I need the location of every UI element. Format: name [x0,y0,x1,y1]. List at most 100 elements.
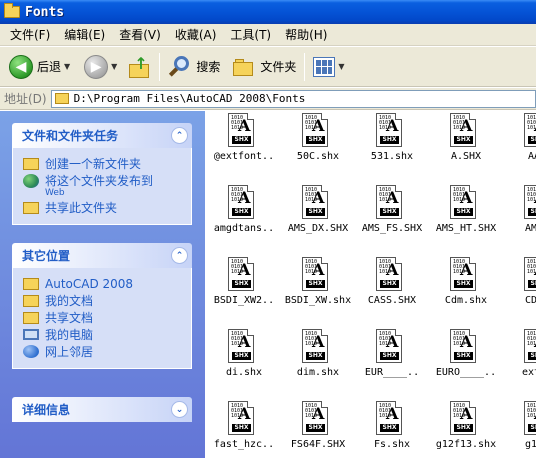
file-item[interactable]: 1010 0101 1010 A SHX 531.shx [353,111,431,173]
file-name: A.SHX [450,151,482,162]
file-name: BSDI_XW2.. [213,295,275,306]
file-item[interactable]: 1010 0101 1010 A SHX Cdm.shx [427,255,505,317]
file-name: amgdtans.. [213,223,275,234]
views-button[interactable]: ▼ [310,51,347,83]
shx-icon-tag: SHX [454,208,473,216]
file-item[interactable]: 1010 0101 1010 A SHX fast_hzc.. [205,399,283,458]
file-item[interactable]: 1010 0101 1010ASHX extfon [501,327,536,389]
file-item[interactable]: 1010 0101 1010ASHX AAA. [501,111,536,173]
file-item[interactable]: 1010 0101 1010 A SHX AMS_FS.SHX [353,183,431,245]
menu-edit[interactable]: 编辑(E) [58,26,113,43]
folders-button[interactable]: 文件夹 [229,51,299,83]
file-item[interactable]: 1010 0101 1010 A SHX BSDI_XW2.. [205,255,283,317]
file-name: AMS_K [524,223,536,234]
shx-icon-tag: SHX [528,208,536,216]
file-item[interactable]: 1010 0101 1010 A SHX amgdtans.. [205,183,283,245]
shx-file-icon: 1010 0101 1010ASHX [228,113,254,147]
menu-favorites[interactable]: 收藏(A) [169,26,225,43]
task-label: 将这个文件夹发布到 Web [45,174,154,198]
search-button[interactable]: 搜索 [165,51,223,83]
file-item[interactable]: 1010 0101 1010 A SHX EURO____.. [427,327,505,389]
place-my-documents[interactable]: 我的文档 [23,294,191,308]
shx-file-icon: 1010 0101 1010ASHX [376,329,402,363]
forward-button[interactable]: ▶ ▼ [81,51,120,83]
menu-view[interactable]: 查看(V) [113,26,169,43]
shx-file-icon: 1010 0101 1010ASHX [450,185,476,219]
menu-file[interactable]: 文件(F) [4,26,58,43]
shx-icon-tag: SHX [306,352,325,360]
shx-icon-letter: A [386,260,399,279]
place-my-computer[interactable]: 我的电脑 [23,328,191,342]
file-item[interactable]: 1010 0101 1010 A SHX AMS_HT.SHX [427,183,505,245]
file-item[interactable]: 1010 0101 1010 A SHX AMS_DX.SHX [279,183,357,245]
up-button[interactable]: ↑ [124,51,154,83]
toolbar-separator [304,52,306,81]
shx-icon-tag: SHX [380,136,399,144]
shx-icon-tag: SHX [454,136,473,144]
folder-up-icon: ↑ [127,54,151,80]
place-autocad[interactable]: AutoCAD 2008 [23,277,191,291]
file-item[interactable]: 1010 0101 1010 A SHX FS64F.SHX [279,399,357,458]
back-dropdown-icon[interactable]: ▼ [64,62,70,71]
task-new-folder[interactable]: 创建一个新文件夹 [23,157,191,171]
collapse-chevron-icon[interactable]: ⌃ [171,127,188,144]
forward-dropdown-icon[interactable]: ▼ [111,62,117,71]
task-publish-web[interactable]: 将这个文件夹发布到 Web [23,174,191,198]
shx-icon-letter: A [460,188,473,207]
address-input[interactable]: D:\Program Files\AutoCAD 2008\Fonts [50,89,536,108]
shx-icon-letter: A [460,404,473,423]
file-item[interactable]: 1010 0101 1010 A SHX CASS.SHX [353,255,431,317]
file-tasks-header[interactable]: 文件和文件夹任务 ⌃ [12,123,192,148]
file-item[interactable]: 1010 0101 1010 A SHX Fs.shx [353,399,431,458]
back-arrow-icon: ◀ [9,54,33,79]
task-label: 共享此文件夹 [45,201,118,215]
forward-arrow-icon: ▶ [84,54,109,79]
shx-icon-letter: A [312,188,325,207]
title-bar[interactable]: Fonts [0,0,536,24]
expand-chevron-icon[interactable]: ⌄ [171,401,188,418]
file-item[interactable]: 1010 0101 1010ASHX CDM_N [501,255,536,317]
shx-file-icon: 1010 0101 1010ASHX [524,185,536,219]
file-name: AAA. [527,151,536,162]
file-item[interactable]: 1010 0101 1010 A SHX g12f13.shx [427,399,505,458]
file-item[interactable]: 1010 0101 1010 A SHX 50C.shx [279,111,357,173]
file-name: g12f13.shx [435,439,497,450]
file-item[interactable]: 1010 0101 1010 A SHX EUR____.. [353,327,431,389]
file-item[interactable]: 1010 0101 1010 A SHX BSDI_XW.shx [279,255,357,317]
shx-file-icon: 1010 0101 1010ASHX [524,329,536,363]
shx-icon-tag: SHX [380,208,399,216]
folders-label: 文件夹 [260,60,297,74]
panel-title: 详细信息 [22,403,71,417]
other-places-header[interactable]: 其它位置 ⌃ [12,243,192,268]
place-network[interactable]: 网上邻居 [23,345,191,359]
my-computer-icon [23,329,39,340]
file-item[interactable]: 1010 0101 1010 A SHX dim.shx [279,327,357,389]
shx-icon-letter: A [460,260,473,279]
file-item[interactable]: 1010 0101 1010 A SHX @extfont.. [205,111,283,173]
views-dropdown-icon[interactable]: ▼ [338,62,344,71]
file-list-view[interactable]: 1010 0101 1010 A SHX @extfont.. 1010 0101 10… [205,111,536,458]
shx-file-icon: 1010 0101 1010ASHX [376,401,402,435]
menu-tools[interactable]: 工具(T) [224,26,279,43]
shx-icon-letter: A [238,260,251,279]
search-icon [168,55,192,79]
address-bar: 地址(D) D:\Program Files\AutoCAD 2008\Font… [0,88,536,110]
file-name: dim.shx [296,367,340,378]
place-shared-documents[interactable]: 共享文档 [23,311,191,325]
file-item[interactable]: 1010 0101 1010ASHX AMS_K [501,183,536,245]
collapse-chevron-icon[interactable]: ⌃ [171,247,188,264]
file-item[interactable]: 1010 0101 1010 A SHX di.shx [205,327,283,389]
file-name: EUR____.. [364,367,420,378]
file-item[interactable]: 1010 0101 1010ASHX g13f1 [501,399,536,458]
details-header[interactable]: 详细信息 ⌄ [12,397,192,422]
other-places-panel: 其它位置 ⌃ AutoCAD 2008 我的文档 共享文档 我的电脑 网上邻居 [12,243,192,369]
menu-help[interactable]: 帮助(H) [279,26,335,43]
folders-icon [232,56,256,78]
task-share-folder[interactable]: 共享此文件夹 [23,201,191,215]
shx-file-icon: 1010 0101 1010ASHX [376,113,402,147]
shx-icon-letter: A [238,332,251,351]
file-item[interactable]: 1010 0101 1010 A SHX A.SHX [427,111,505,173]
shx-icon-letter: A [238,188,251,207]
shx-file-icon: 1010 0101 1010ASHX [228,257,254,291]
back-button[interactable]: ◀ 后退 ▼ [6,51,73,83]
